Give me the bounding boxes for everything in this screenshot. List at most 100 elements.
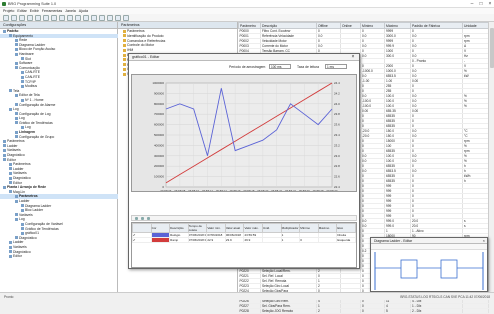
ladder-canvas[interactable] bbox=[371, 250, 487, 292]
tree-node-icon bbox=[21, 84, 24, 88]
tree-item-label: Log bbox=[13, 107, 19, 112]
sampling-period-select[interactable]: 100 ms bbox=[269, 64, 291, 69]
grid-cell[interactable]: Seleção JOG Remoto bbox=[260, 308, 317, 314]
tree-node-icon bbox=[21, 70, 24, 74]
toolbar-button-icon[interactable] bbox=[3, 15, 9, 21]
tree-item-label: Diagnóstico bbox=[19, 235, 37, 240]
minimize-button[interactable]: – bbox=[468, 1, 476, 7]
legend-toolbar bbox=[131, 215, 357, 221]
left-tick-label: 300000 bbox=[154, 154, 164, 158]
left-tick-label: 700000 bbox=[154, 112, 164, 116]
tree-node-icon bbox=[21, 75, 24, 79]
tree-node-icon bbox=[15, 236, 18, 240]
x-tick-label: 06:58:18 bbox=[244, 189, 255, 192]
tree-node-icon bbox=[9, 240, 12, 244]
tree-item-label: Diagnóstico bbox=[13, 176, 31, 180]
tree-item-label: Mag.Lin bbox=[13, 189, 26, 194]
toolbar-button-icon[interactable] bbox=[75, 15, 81, 21]
grid-cell[interactable] bbox=[462, 308, 489, 314]
tree-item-label: Ladder bbox=[19, 198, 30, 203]
tree-item-label: Ladder bbox=[13, 240, 24, 245]
folder-icon bbox=[123, 48, 126, 52]
left-tick-label: 500000 bbox=[154, 133, 164, 137]
scrollbar-thumb[interactable] bbox=[490, 28, 494, 68]
grid-cell[interactable]: 2 - DIx bbox=[410, 308, 463, 314]
toolbar-button-icon[interactable] bbox=[115, 15, 121, 21]
window-title: BRG Programming Suite 1.0 bbox=[8, 2, 57, 6]
tree-item-label: Rede bbox=[19, 38, 28, 43]
ladder-close-icon[interactable]: × bbox=[483, 238, 485, 244]
right-tick-label: 22.8 bbox=[334, 164, 340, 168]
tree-node-icon bbox=[21, 208, 24, 212]
tree-item-label: Configuração de Variável bbox=[25, 221, 63, 226]
remove-variable-icon[interactable] bbox=[141, 217, 144, 220]
parameter-group-label: Identificação do Produto bbox=[127, 33, 164, 38]
graph-window-titlebar[interactable]: gráfico01 - Editar × bbox=[129, 54, 359, 61]
tree-node-icon bbox=[15, 121, 18, 125]
graph-controls: Período de amostragem 100 ms Taxa de lei… bbox=[129, 61, 359, 73]
left-tick-label: 900000 bbox=[154, 91, 164, 95]
tree-item-label: Variáveis bbox=[13, 171, 27, 176]
toolbar-button-icon[interactable] bbox=[99, 15, 105, 21]
toolbar-button-icon[interactable] bbox=[107, 15, 113, 21]
app-icon bbox=[2, 2, 6, 6]
toolbar-button-icon[interactable] bbox=[91, 15, 97, 21]
tree-item-label: Diagrama Ladder bbox=[25, 203, 52, 208]
legend-cell[interactable]: ✔ bbox=[132, 237, 152, 243]
status-bar: Pronto BRG-STATUS LOG RTS/CLS CAN SVE PC… bbox=[0, 292, 494, 300]
ladder-window-title: Diagrama Ladder - Editar bbox=[374, 239, 413, 243]
close-button[interactable]: × bbox=[486, 1, 494, 7]
tree-node-icon bbox=[21, 80, 24, 84]
folder-icon bbox=[123, 72, 126, 76]
toolbar-button-icon[interactable] bbox=[19, 15, 25, 21]
grid-cell[interactable]: P0228 bbox=[238, 308, 261, 314]
toolbar-button-icon[interactable] bbox=[67, 15, 73, 21]
toolbar-button-icon[interactable] bbox=[43, 15, 49, 21]
tree-node-icon bbox=[21, 231, 24, 235]
toolbar-button-icon[interactable] bbox=[27, 15, 33, 21]
tree-node-icon bbox=[15, 103, 18, 107]
tree-node-icon bbox=[3, 158, 6, 162]
folder-icon bbox=[123, 53, 126, 57]
status-indicators: BRG-STATUS LOG RTS/CLS CAN SVE PCA 11:42… bbox=[400, 295, 490, 299]
grid-cell[interactable]: 5 bbox=[384, 308, 411, 314]
parameter-group-label: Controle do Motor bbox=[127, 43, 155, 48]
read-rate-select[interactable]: 1 ms bbox=[325, 64, 347, 69]
grid-cell[interactable]: 2 bbox=[316, 308, 341, 314]
legend-cell bbox=[262, 237, 282, 243]
grid-cell[interactable] bbox=[340, 308, 361, 314]
grid-row[interactable]: P0228 Seleção JOG Remoto 2 0 5 2 - DIx bbox=[238, 308, 489, 314]
toolbar-button-icon[interactable] bbox=[11, 15, 17, 21]
tree-item-label: Diagnóstico bbox=[7, 153, 25, 158]
toolbar-button-icon[interactable] bbox=[51, 15, 57, 21]
legend-column-header: Tempo de coleta bbox=[187, 223, 208, 233]
graph-close-icon[interactable]: × bbox=[349, 54, 357, 61]
tree-item-label: Log bbox=[19, 116, 25, 121]
left-tick-label: 1000000 bbox=[152, 81, 164, 85]
maximize-button[interactable]: □ bbox=[477, 1, 485, 7]
tree-item-label: Linhagem bbox=[19, 130, 36, 135]
vertical-scrollbar[interactable] bbox=[488, 22, 494, 292]
folder-icon bbox=[123, 58, 126, 62]
tree-node-icon bbox=[15, 47, 18, 51]
add-variable-icon[interactable] bbox=[135, 217, 138, 220]
grid-cell[interactable]: 0 bbox=[360, 308, 385, 314]
toolbar-button-icon[interactable] bbox=[123, 15, 129, 21]
legend-cell: 0 bbox=[299, 237, 319, 243]
toolbar-button-icon[interactable] bbox=[83, 15, 89, 21]
legend-row[interactable]: ✔ Ramp07/06/2018 06:5822.923.929.9 10 Esque… bbox=[132, 237, 356, 243]
left-tick-label: 200000 bbox=[154, 164, 164, 168]
legend-column-header: Cor bbox=[150, 223, 171, 233]
toolbar-button-icon[interactable] bbox=[35, 15, 41, 21]
tree-item-label: gráfico01 bbox=[25, 231, 39, 236]
toolbar-button-icon[interactable] bbox=[59, 15, 65, 21]
tree-node-icon bbox=[15, 194, 18, 198]
tree-node-icon bbox=[21, 57, 24, 61]
tree-item-label: Planta / Arranjo de Rede bbox=[7, 185, 47, 190]
tree-item[interactable]: Editor bbox=[0, 254, 118, 259]
right-tick-label: 22.6 bbox=[334, 175, 340, 179]
folder-icon bbox=[123, 34, 126, 38]
settings-icon[interactable] bbox=[147, 217, 150, 220]
tree-item-label: Parâmetros bbox=[7, 139, 25, 144]
x-tick-label: 06:58:30 bbox=[327, 189, 338, 192]
